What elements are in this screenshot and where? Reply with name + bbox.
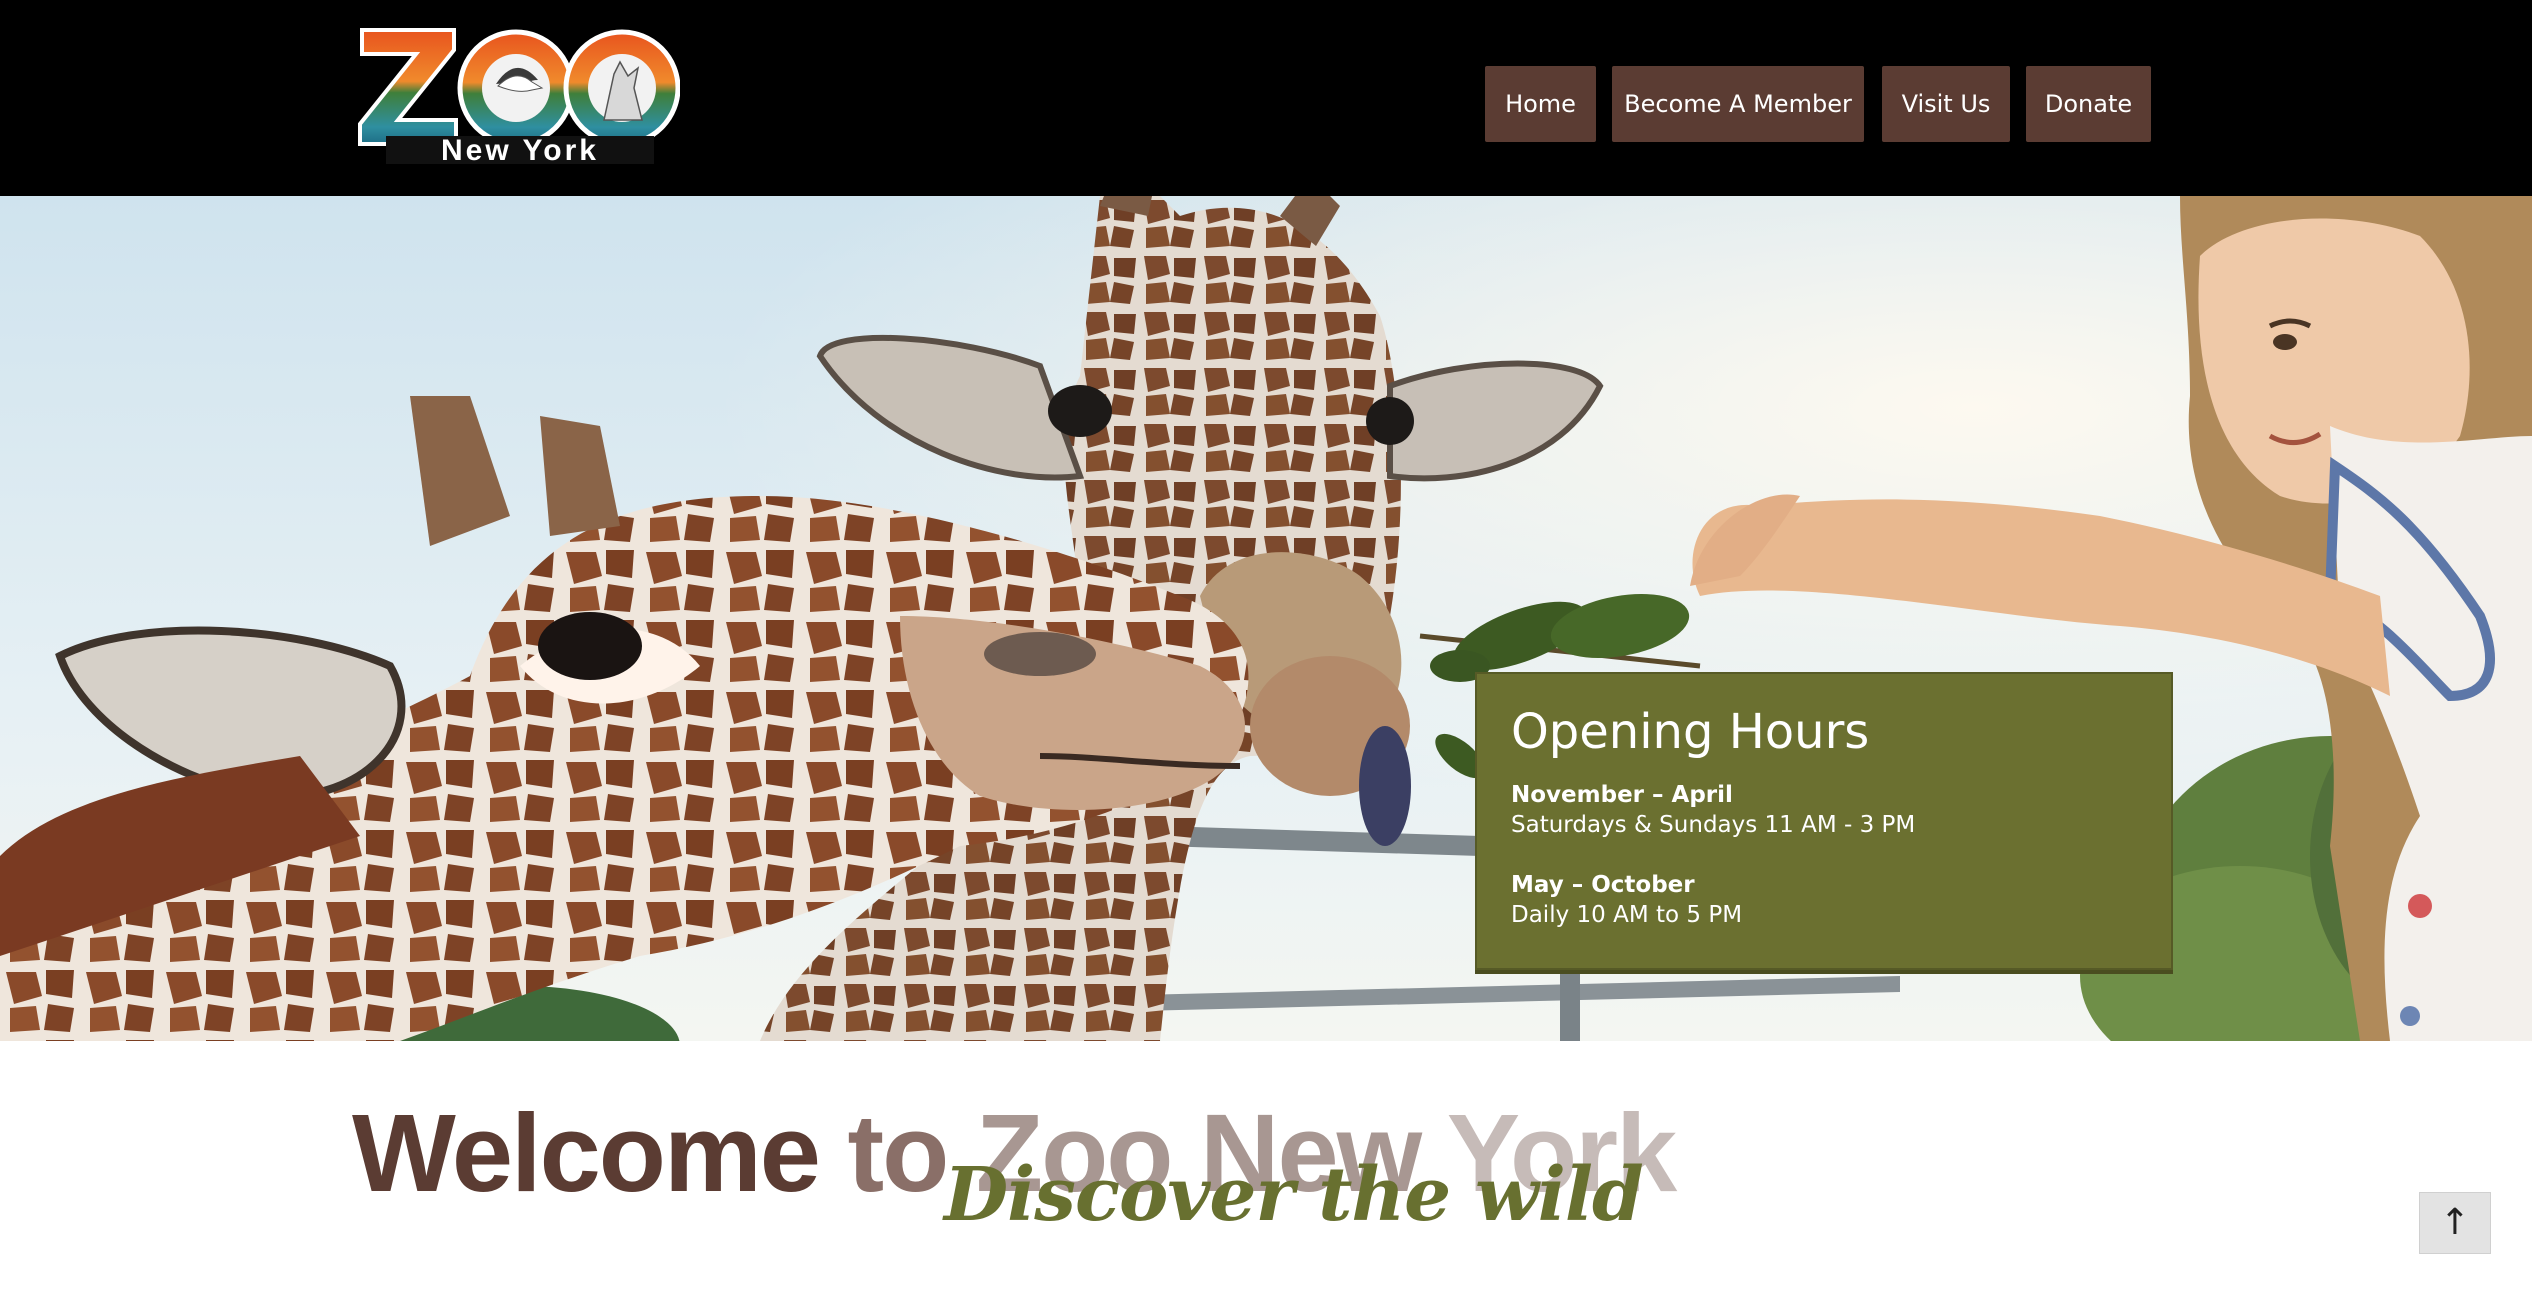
back-to-top-button[interactable]: ↑	[2419, 1192, 2491, 1254]
nav-become-member-button[interactable]: Become A Member	[1612, 66, 1864, 142]
schedule-winter: November – April Saturdays & Sundays 11 …	[1511, 780, 2137, 840]
schedule-season: May – October	[1511, 872, 1695, 898]
welcome-word: to	[847, 1092, 950, 1215]
schedule-season: November – April	[1511, 782, 1733, 808]
zoo-logo-graphic: New York	[358, 28, 681, 167]
logo-subtitle: New York	[441, 134, 599, 164]
zoo-logo[interactable]: New York	[358, 24, 681, 167]
nav-visit-us-button[interactable]: Visit Us	[1882, 66, 2010, 142]
hero-banner: Opening Hours November – April Saturdays…	[0, 196, 2532, 1041]
site-header: New York Home Become A Member Visit Us D…	[0, 0, 2532, 196]
opening-hours-panel: Opening Hours November – April Saturdays…	[1475, 672, 2173, 970]
nav-donate-button[interactable]: Donate	[2026, 66, 2151, 142]
schedule-times: Saturdays & Sundays 11 AM - 3 PM	[1511, 812, 1916, 838]
schedule-times: Daily 10 AM to 5 PM	[1511, 902, 1743, 928]
tagline: Discover the wild	[944, 1152, 1644, 1238]
opening-hours-title: Opening Hours	[1511, 704, 1870, 760]
nav-home-button[interactable]: Home	[1485, 66, 1596, 142]
welcome-word: Welcome	[352, 1092, 821, 1215]
schedule-summer: May – October Daily 10 AM to 5 PM	[1511, 870, 2137, 930]
arrow-up-icon: ↑	[2439, 1202, 2471, 1243]
